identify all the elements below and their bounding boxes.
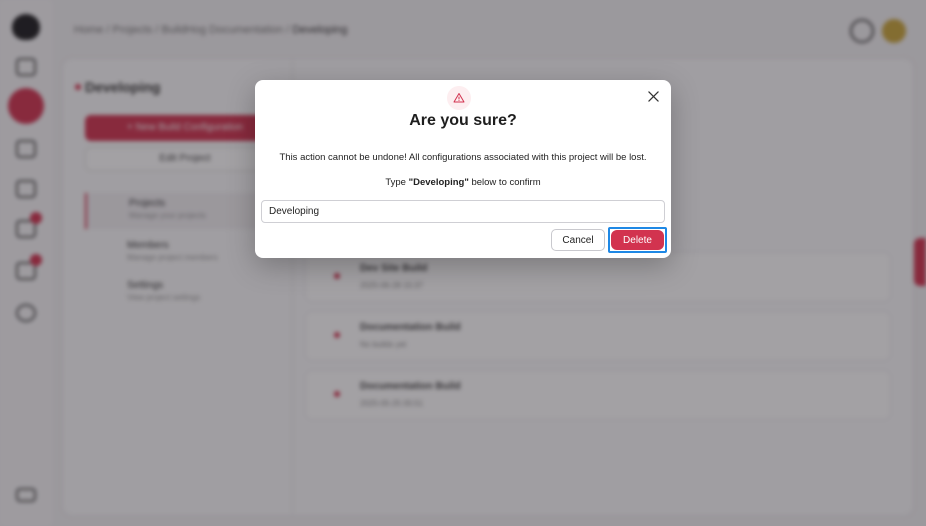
warning-triangle-icon [447, 86, 471, 110]
modal-overlay[interactable] [0, 0, 926, 526]
confirm-project-name: "Developing" [408, 177, 469, 188]
dialog-title: Are you sure? [409, 112, 517, 129]
cancel-button[interactable]: Cancel [551, 229, 605, 251]
confirm-delete-dialog: Are you sure? This action cannot be undo… [255, 80, 671, 258]
close-icon[interactable] [645, 88, 661, 104]
dialog-message: This action cannot be undone! All config… [279, 152, 647, 163]
confirm-instruction: Type "Developing" below to confirm [385, 177, 541, 188]
confirm-name-input[interactable] [261, 200, 665, 223]
delete-button[interactable]: Delete [611, 230, 664, 250]
